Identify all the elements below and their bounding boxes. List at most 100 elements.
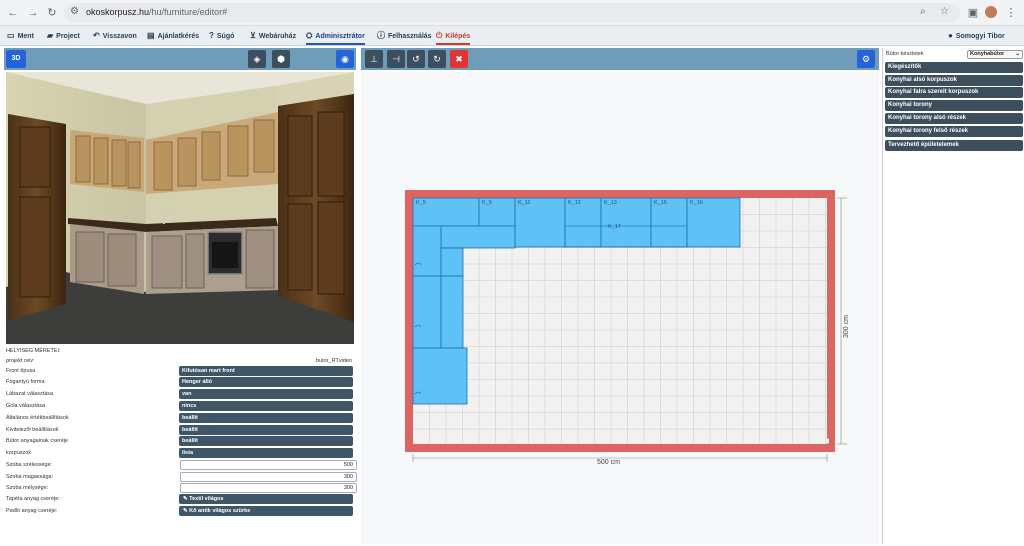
cabinet-label: K_9 <box>482 200 492 206</box>
prop-label: Szoba magassága: <box>6 474 54 480</box>
delete-icon[interactable]: ✖ <box>450 50 468 68</box>
menu-help[interactable]: ? Súgó <box>209 26 234 46</box>
logout-icon: ⏻ <box>436 31 443 40</box>
furniture-set-label: Bútor készletek <box>886 51 924 57</box>
width-dimension-label: 500 cm <box>597 459 620 466</box>
prop-row: Front típusa Kifutósan mart front <box>4 366 356 377</box>
camera-icon[interactable]: ◉ <box>336 50 354 68</box>
view3d-toolbar: 3D ◈ ⬢ ◉ <box>4 48 356 70</box>
category-tower-lower[interactable]: Konyhai torony alsó részek <box>885 113 1023 124</box>
rotate-right-icon[interactable]: ↻ <box>428 50 446 68</box>
room-depth-row: Szoba mélysége: 300 <box>4 483 357 494</box>
menu-dots-icon[interactable]: ⋮ <box>1004 6 1018 20</box>
menu-usage[interactable]: ⓘ Felhasználás <box>377 26 432 46</box>
cube-view-icon[interactable]: ◈ <box>248 50 266 68</box>
plan-toolbar: ⊥ ⊣ ↺ ↻ ✖ ⚙ <box>361 48 879 70</box>
menu-quote[interactable]: ▤ Ajánlatkérés <box>147 26 199 46</box>
menu-project[interactable]: ▰ Project <box>47 26 80 46</box>
help-icon: ? <box>209 31 214 40</box>
3d-toggle-button[interactable]: 3D <box>6 50 26 68</box>
project-name-label: projekt név: <box>6 358 35 364</box>
room-depth-input[interactable]: 300 <box>180 483 357 493</box>
menu-admin[interactable]: ⛭ Adminisztrátor <box>306 26 365 45</box>
general-settings-button[interactable]: beállít <box>179 413 353 423</box>
gola-button[interactable]: nincs <box>179 401 353 411</box>
carcass-list-button[interactable]: lista <box>179 448 353 458</box>
tune-icon[interactable]: ⚙ <box>70 6 79 17</box>
floor-plan-svg: K_5 K_9 K_11 K_12 K_13 K_15 K_16 K_17 50… <box>405 190 850 466</box>
category-base-carcasses[interactable]: Konyhai alsó korpuszok <box>885 75 1023 86</box>
furniture-set-select[interactable]: Konyhabútor ⌄ <box>967 50 1023 59</box>
prop-label: Fogantyú forma <box>6 379 45 385</box>
kitchen-3d-render <box>6 72 354 344</box>
user-name[interactable]: ● Somogyi Tibor <box>948 26 1005 46</box>
floor-button[interactable]: ✎ Kő antik világos szürke <box>179 506 353 516</box>
prop-label: korpuszok <box>6 450 32 456</box>
back-icon[interactable]: ← <box>6 6 20 20</box>
app-menu-bar: ▭ Ment ▰ Project ↶ Visszavon ▤ Ajánlatkérés … <box>0 26 1024 46</box>
admin-icon: ⛭ <box>306 31 313 40</box>
category-tower[interactable]: Konyhai torony <box>885 100 1023 111</box>
undo-icon: ↶ <box>93 31 100 40</box>
prop-row: Lábazat választása van <box>4 389 356 400</box>
cabinet-label: K_15 <box>654 200 667 206</box>
reload-icon[interactable]: ↻ <box>45 6 59 20</box>
prop-label: Bútor anyagainak cseréje <box>6 438 69 444</box>
category-accessories[interactable]: Kiegészítők <box>885 62 1023 73</box>
cabinet-left-4[interactable] <box>440 275 464 349</box>
sidebar-icon[interactable]: ▣ <box>966 6 980 20</box>
contractor-settings-button[interactable]: beállít <box>179 425 353 435</box>
person-icon[interactable]: ⊥ <box>365 50 383 68</box>
rotate-left-icon[interactable]: ↺ <box>407 50 425 68</box>
room-width-input[interactable]: 500 <box>180 460 357 470</box>
cabinet-left-1[interactable] <box>412 225 442 277</box>
floor-row: Padló anyag cseréje: ✎ Kő antik világos s… <box>4 506 356 517</box>
browser-toolbar: ← → ↻ ⚙ okoskorpusz.hu/hu/furniture/edit… <box>0 0 1024 26</box>
prop-label: Front típusa <box>6 368 36 374</box>
cabinet-left-3[interactable] <box>412 275 442 349</box>
prop-label: Padló anyag cseréje: <box>6 508 58 514</box>
cabinet-label: K_5 <box>416 200 426 206</box>
settings-gear-icon[interactable]: ⚙ <box>857 50 875 68</box>
prop-row: Általános értékbeállítások beállít <box>4 413 356 424</box>
height-dimension-label: 300 cm <box>843 315 850 338</box>
user-icon: ● <box>948 31 953 40</box>
category-tower-upper[interactable]: Konyhai torony felső részek <box>885 126 1023 137</box>
plinth-button[interactable]: van <box>179 389 353 399</box>
url-text: okoskorpusz.hu/hu/furniture/editor# <box>86 7 228 17</box>
cabinet-label: K_12 <box>568 200 581 206</box>
prop-label: Lábazat választása <box>6 391 54 397</box>
cabinet-left-2[interactable] <box>440 247 464 277</box>
room-height-row: Szoba magassága: 300 <box>4 472 357 483</box>
address-bar[interactable]: ⚙ okoskorpusz.hu/hu/furniture/editor# ⌕ … <box>64 3 960 22</box>
profile-avatar[interactable] <box>984 6 998 20</box>
prop-row: Fogantyú forma Henger álló <box>4 377 356 388</box>
star-icon[interactable]: ☆ <box>940 6 949 17</box>
3d-render-view[interactable] <box>6 72 354 344</box>
room-width-row: Szoba szélessége: 500 <box>4 460 357 471</box>
prop-row: Gola választása nincs <box>4 401 356 412</box>
forward-icon[interactable]: → <box>26 6 40 20</box>
floor-plan-view[interactable]: K_5 K_9 K_11 K_12 K_13 K_15 K_16 K_17 50… <box>361 72 879 544</box>
menu-save[interactable]: ▭ Ment <box>7 26 34 46</box>
box-view-icon[interactable]: ⬢ <box>272 50 290 68</box>
menu-undo[interactable]: ↶ Visszavon <box>93 26 137 46</box>
menu-logout[interactable]: ⏻ Kilépés <box>436 26 471 45</box>
category-wall-carcasses[interactable]: Konyhai falra szerelt korpuszok <box>885 87 1023 98</box>
cabinet-label: K_17 <box>608 224 621 230</box>
cabinet-corner[interactable] <box>440 225 516 249</box>
wall-tool-icon[interactable]: ⊣ <box>387 50 405 68</box>
handle-form-button[interactable]: Henger álló <box>179 377 353 387</box>
cabinet-tall-left[interactable] <box>412 347 468 405</box>
wallpaper-button[interactable]: ✎ Textil világos <box>179 494 353 504</box>
prop-label: Kivitelezői beállítások <box>6 427 59 433</box>
chevron-down-icon: ⌄ <box>1015 51 1020 57</box>
front-type-button[interactable]: Kifutósan mart front <box>179 366 353 376</box>
save-icon: ▭ <box>7 31 15 40</box>
category-building-elements[interactable]: Tervezhető épületelemek <box>885 140 1023 151</box>
room-height-input[interactable]: 300 <box>180 472 357 482</box>
menu-webshop[interactable]: ⊻ Webáruház <box>250 26 296 46</box>
zoom-icon[interactable]: ⌕ <box>920 6 926 17</box>
prop-label: Gola választása <box>6 403 46 409</box>
material-change-button[interactable]: beállít <box>179 436 353 446</box>
